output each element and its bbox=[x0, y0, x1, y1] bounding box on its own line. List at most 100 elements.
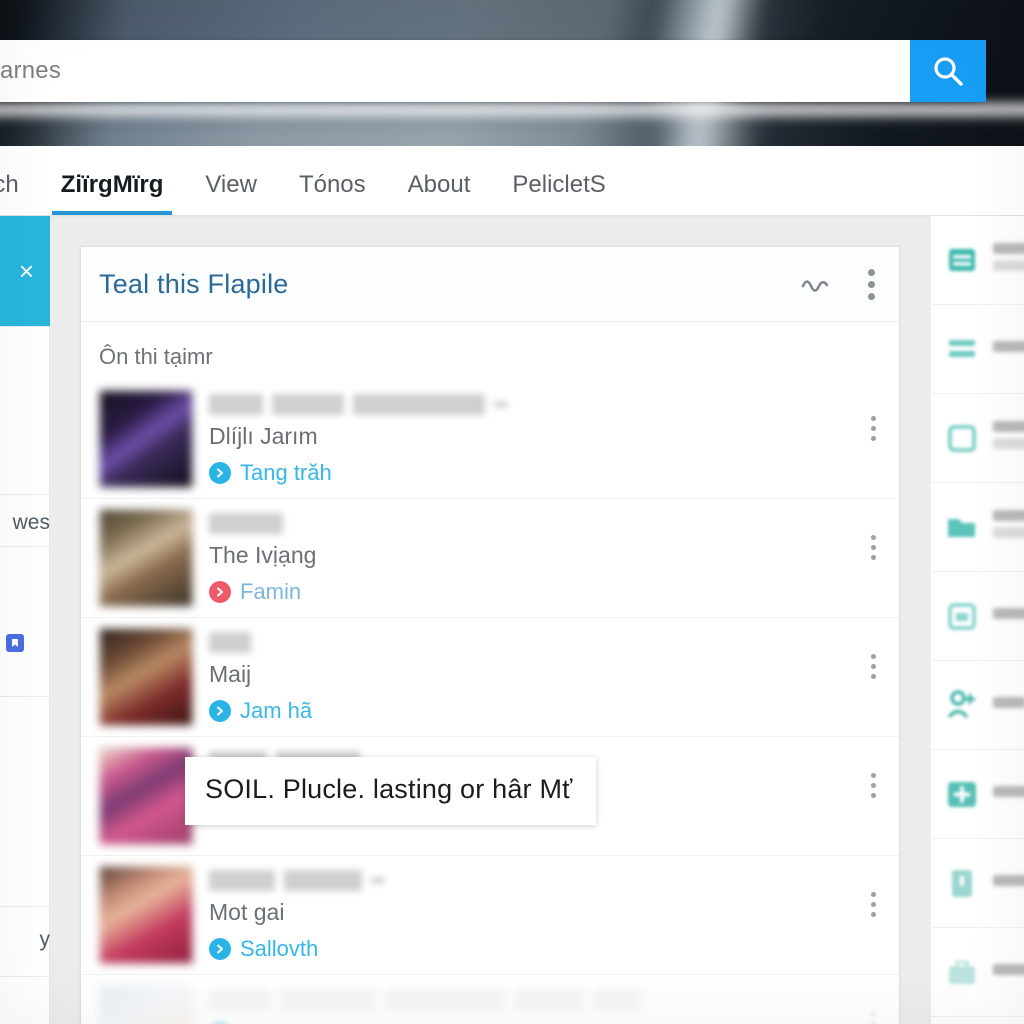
arrow-circle-icon bbox=[209, 462, 231, 484]
sidebar-divider bbox=[0, 696, 50, 697]
list-item-thumbnail bbox=[99, 747, 193, 845]
right-rail-item-label bbox=[993, 607, 1024, 625]
list-item-link[interactable]: Jam hã bbox=[209, 698, 899, 724]
list-item-thumbnail bbox=[99, 866, 193, 964]
search-bar bbox=[0, 40, 976, 102]
right-rail-item-label bbox=[993, 340, 1024, 358]
sidebar-divider bbox=[0, 906, 50, 907]
list-item-link[interactable] bbox=[209, 1020, 899, 1024]
square-outline-icon bbox=[939, 418, 985, 458]
sidebar-divider bbox=[0, 326, 50, 327]
right-rail-item-label bbox=[993, 510, 1024, 544]
list-item-thumbnail bbox=[99, 390, 193, 488]
sidebar-close-button[interactable]: × bbox=[0, 216, 50, 326]
sidebar-divider bbox=[0, 976, 50, 977]
person-add-icon bbox=[939, 685, 985, 725]
right-rail-item-folder[interactable] bbox=[931, 483, 1024, 572]
arrow-circle-icon bbox=[209, 581, 231, 603]
bag-icon bbox=[939, 952, 985, 992]
arrow-circle-icon bbox=[209, 1020, 231, 1024]
list-item-body bbox=[193, 985, 899, 1024]
list-item-link[interactable]: Tang trăh bbox=[209, 460, 899, 486]
list-item-link-label: Tang trăh bbox=[240, 460, 332, 485]
search-input[interactable] bbox=[0, 40, 918, 102]
list-item-body: The Ivịạng Famin bbox=[193, 509, 899, 605]
book-icon bbox=[939, 863, 985, 903]
tab-zi-rgm-rg[interactable]: ZiïrgMïrg bbox=[40, 173, 185, 215]
right-rail-item-book[interactable] bbox=[931, 839, 1024, 928]
list-card-icon bbox=[939, 240, 985, 280]
banner-lower-image bbox=[0, 118, 1024, 146]
list-item-link-label: Sallovth bbox=[240, 936, 319, 961]
list-item-thumbnail bbox=[99, 628, 193, 726]
right-rail-item-list-card[interactable] bbox=[931, 216, 1024, 305]
tab-view[interactable]: View bbox=[184, 173, 278, 215]
list-item[interactable]: Dlíjlı Jarım Tang trăh bbox=[81, 380, 899, 499]
right-sidebar bbox=[930, 216, 1024, 1024]
list-item-redacted-meta bbox=[209, 632, 899, 653]
note-icon bbox=[939, 596, 985, 636]
right-rail-item-label bbox=[993, 243, 1024, 277]
bookmark-icon[interactable] bbox=[6, 634, 24, 652]
more-vertical-icon[interactable] bbox=[843, 247, 899, 322]
close-icon: × bbox=[18, 256, 34, 286]
tab-peliclets[interactable]: PelicletS bbox=[491, 173, 626, 215]
list-item-link-label: Jam hã bbox=[240, 698, 313, 723]
list-item-thumbnail bbox=[99, 509, 193, 607]
list-item-more-icon[interactable] bbox=[861, 773, 885, 798]
list-item-more-icon[interactable] bbox=[861, 416, 885, 441]
list-item-more-icon[interactable] bbox=[861, 892, 885, 917]
list-item-link-label: Famin bbox=[240, 579, 302, 604]
right-rail-item-plus-square[interactable] bbox=[931, 750, 1024, 839]
right-rail-item-label bbox=[993, 785, 1024, 803]
arrow-circle-icon bbox=[209, 938, 231, 960]
tooltip: SOIL. Plucle. lasting or hâr Mť bbox=[185, 757, 597, 825]
lines-icon bbox=[939, 329, 985, 369]
main-tab-bar: nchZiïrgMïrgViewTónosAboutPelicletS bbox=[0, 146, 1024, 216]
list-item-body: Mot gai Sallovth bbox=[193, 866, 899, 962]
list-item[interactable]: Mot gai Sallovth bbox=[81, 856, 899, 975]
right-rail-item-lines[interactable] bbox=[931, 305, 1024, 394]
list-item-more-icon[interactable] bbox=[861, 535, 885, 560]
right-rail-item-label bbox=[993, 874, 1024, 892]
list-item[interactable]: Maij Jam hã bbox=[81, 618, 899, 737]
sidebar-item-y[interactable]: y bbox=[0, 928, 51, 952]
app-root: nchZiïrgMïrgViewTónosAboutPelicletS × we… bbox=[0, 0, 1024, 1024]
sidebar-item-wes[interactable]: wes bbox=[0, 511, 50, 535]
card-title: Teal this Flapile bbox=[99, 268, 289, 299]
list-item-body: Dlíjlı Jarım Tang trăh bbox=[193, 390, 899, 486]
card-header: Teal this Flapile bbox=[81, 247, 899, 322]
list-item-link[interactable]: Famin bbox=[209, 579, 899, 605]
tab-about[interactable]: About bbox=[387, 173, 492, 215]
list-item-redacted-meta bbox=[209, 870, 899, 891]
list-item-link[interactable]: Sallovth bbox=[209, 936, 899, 962]
content-card: Teal this Flapile Ôn thi tạimr Dlíjlı Ja… bbox=[80, 246, 900, 1024]
list-item-more-icon[interactable] bbox=[861, 654, 885, 679]
right-rail-item-square-outline[interactable] bbox=[931, 394, 1024, 483]
item-list: Dlíjlı Jarım Tang trăh The Ivịạng Famin Maij… bbox=[81, 380, 899, 1024]
left-sidebar: × wes y bbox=[0, 216, 50, 1024]
list-item-thumbnail bbox=[99, 985, 193, 1024]
sidebar-divider bbox=[0, 546, 50, 547]
search-button[interactable] bbox=[910, 40, 986, 102]
list-item-more-icon[interactable] bbox=[861, 1011, 885, 1024]
right-rail-item-label bbox=[993, 696, 1024, 714]
list-item-title: The Ivịạng bbox=[209, 542, 317, 568]
wave-collapse-icon[interactable] bbox=[787, 247, 843, 322]
tab-t-nos[interactable]: Tónos bbox=[278, 173, 387, 215]
list-item-redacted-meta bbox=[209, 513, 899, 534]
right-rail-item-note[interactable] bbox=[931, 572, 1024, 661]
sidebar-divider bbox=[0, 494, 50, 495]
list-item-redacted-meta bbox=[209, 394, 899, 415]
right-rail-item-person-add[interactable] bbox=[931, 661, 1024, 750]
right-rail-item-bag[interactable] bbox=[931, 928, 1024, 1017]
list-item[interactable] bbox=[81, 975, 899, 1024]
arrow-circle-icon bbox=[209, 700, 231, 722]
list-item-title: Maij bbox=[209, 661, 252, 687]
list-item[interactable]: The Ivịạng Famin bbox=[81, 499, 899, 618]
list-item-title: Dlíjlı Jarım bbox=[209, 423, 318, 449]
folder-icon bbox=[939, 507, 985, 547]
tab-nch[interactable]: nch bbox=[0, 173, 40, 215]
plus-square-icon bbox=[939, 774, 985, 814]
list-item-redacted-meta bbox=[209, 989, 899, 1010]
